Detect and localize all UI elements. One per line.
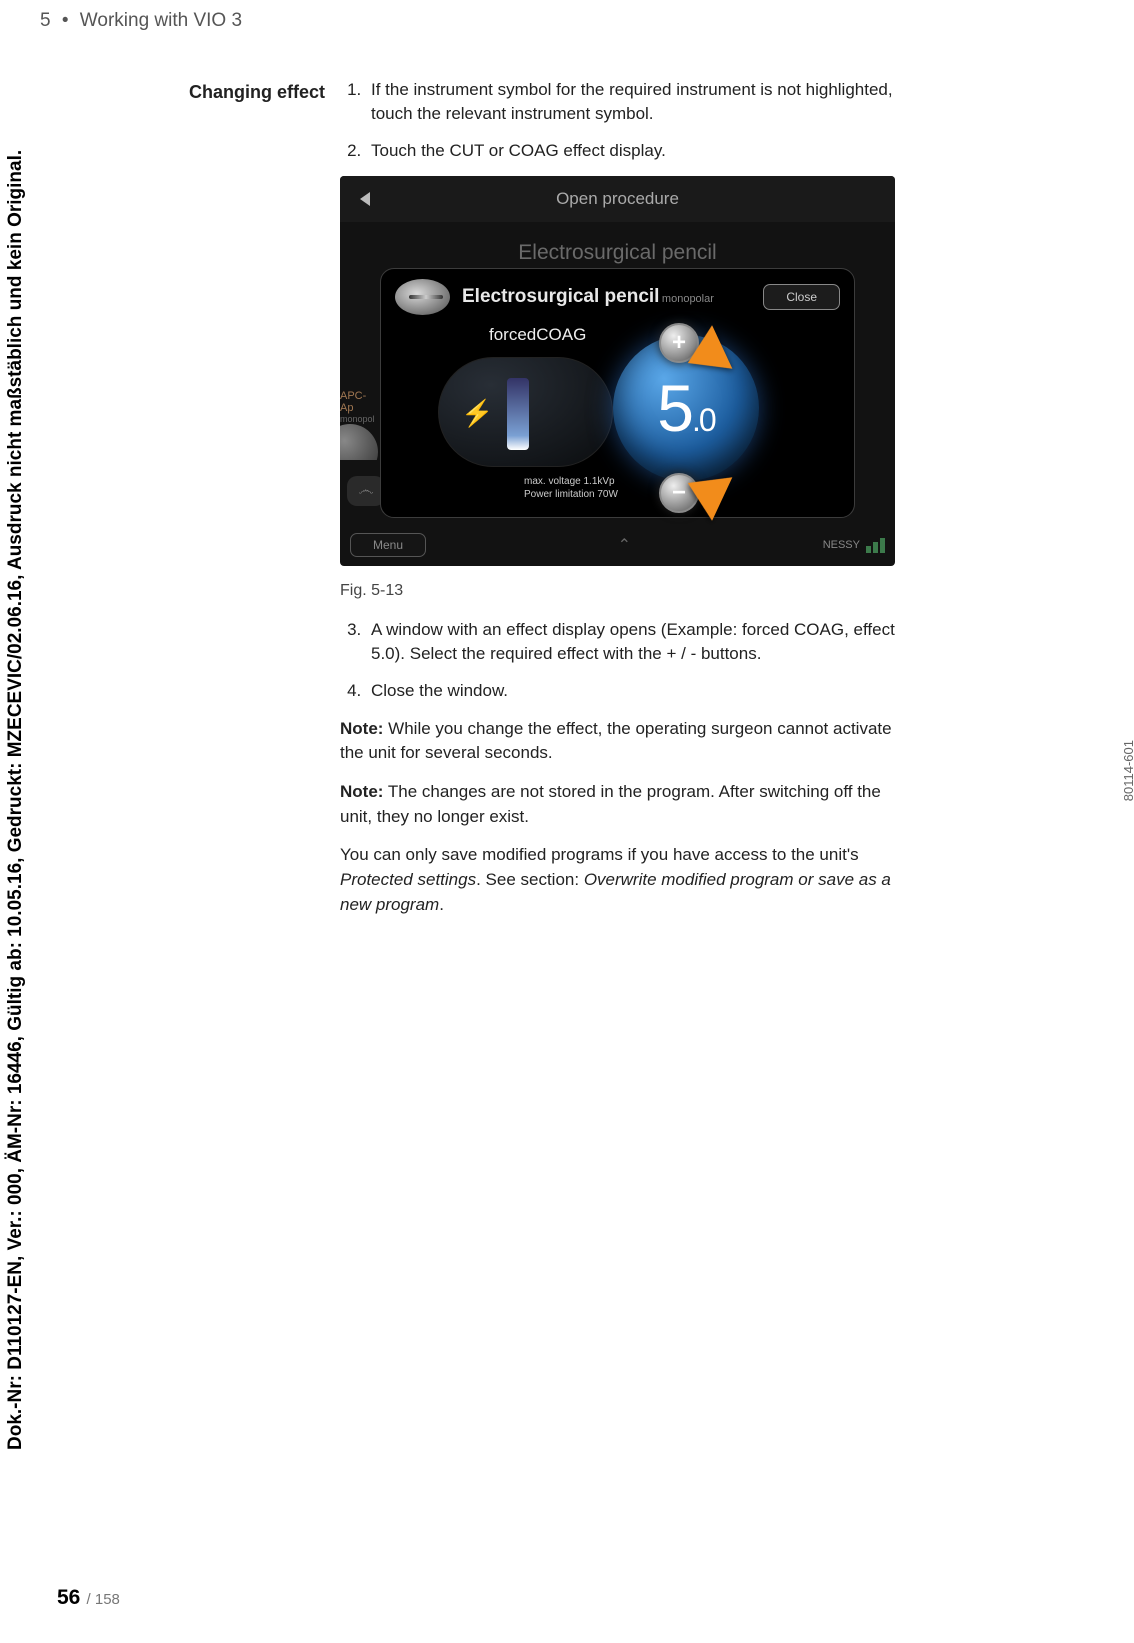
note-1: Note: While you change the effect, the o… xyxy=(340,717,895,766)
page-number: 56 xyxy=(57,1586,80,1609)
back-icon[interactable] xyxy=(360,192,370,206)
close-button[interactable]: Close xyxy=(763,284,840,310)
margin-heading: Changing effect xyxy=(175,82,325,103)
doc-code-line1: 80114-601 xyxy=(1121,740,1134,801)
instrument-label: Electrosurgical pencil xyxy=(462,286,659,307)
expand-up-icon[interactable]: ⌃ xyxy=(618,535,631,555)
tail-a: You can only save modified programs if y… xyxy=(340,845,859,864)
note-2: Note: The changes are not stored in the … xyxy=(340,780,895,829)
tail-b: . See section: xyxy=(476,870,584,889)
screen-topbar: Open procedure xyxy=(340,176,895,222)
figure-5-13: Open procedure Electrosurgical pencil AP… xyxy=(340,176,895,566)
steps-list-2: A window with an effect display opens (E… xyxy=(340,618,895,702)
apc-sublabel: monopol xyxy=(340,414,378,424)
page-total: / 158 xyxy=(82,1591,120,1608)
mode-label: forcedCOAG xyxy=(489,325,586,345)
screen-bottom-bar: Menu ⌃ NESSY xyxy=(350,530,885,560)
instrument-pencil-icon[interactable] xyxy=(395,279,450,315)
effect-dialog: Electrosurgical pencil monopolar Close f… xyxy=(380,268,855,518)
dialog-header: Electrosurgical pencil monopolar Close xyxy=(381,269,854,325)
note-2-label: Note: xyxy=(340,782,383,801)
tail-c: . xyxy=(439,895,444,914)
doc-code-vertical: 80114-601 03.16 xyxy=(1121,740,1134,801)
topbar-title[interactable]: Open procedure xyxy=(556,189,679,209)
cut-effect-pill[interactable]: ⚡ xyxy=(438,357,613,467)
apc-dial-icon xyxy=(340,424,378,460)
chapter-title: Working with VIO 3 xyxy=(80,10,242,31)
note-1-body: While you change the effect, the operati… xyxy=(340,719,892,763)
step-1: If the instrument symbol for the require… xyxy=(366,78,895,126)
background-instrument-title: Electrosurgical pencil xyxy=(340,241,895,265)
step-4: Close the window. xyxy=(366,679,895,703)
apc-label: APC-Ap xyxy=(340,390,378,414)
instrument-sublabel: monopolar xyxy=(662,293,714,305)
left-peek-panel: APC-Ap monopol xyxy=(340,390,378,460)
instrument-title-wrap: Electrosurgical pencil monopolar xyxy=(462,286,714,308)
header-bullet: • xyxy=(62,10,69,31)
max-voltage-text: max. voltage 1.1kVp xyxy=(524,475,618,488)
nessy-label: NESSY xyxy=(823,539,860,551)
figure-caption: Fig. 5-13 xyxy=(340,582,895,600)
steps-list-1: If the instrument symbol for the require… xyxy=(340,78,895,162)
nessy-indicator[interactable]: NESSY xyxy=(823,538,885,553)
note-1-label: Note: xyxy=(340,719,383,738)
effect-limits-text: max. voltage 1.1kVp Power limitation 70W xyxy=(524,475,618,501)
note-2-body: The changes are not stored in the progra… xyxy=(340,782,881,826)
blade-icon xyxy=(507,378,529,450)
step-3: A window with an effect display opens (E… xyxy=(366,618,895,666)
tail-paragraph: You can only save modified programs if y… xyxy=(340,843,895,917)
dialog-body: forcedCOAG ⚡ 5.0 + − max. voltage 1.1kVp xyxy=(381,325,854,515)
step-2: Touch the CUT or COAG effect display. xyxy=(366,139,895,163)
doc-stamp-vertical: Dok.-Nr: D110127-EN, Ver.: 000, ÄM-Nr: 1… xyxy=(5,150,27,1450)
page-header: 5 • Working with VIO 3 xyxy=(40,10,242,32)
effect-value: 5.0 xyxy=(657,370,714,446)
signal-bars-icon xyxy=(866,538,885,553)
menu-button[interactable]: Menu xyxy=(350,533,426,557)
body-column: If the instrument symbol for the require… xyxy=(340,78,895,931)
bolt-icon: ⚡ xyxy=(461,398,493,429)
chapter-number: 5 xyxy=(40,10,51,31)
power-limitation-text: Power limitation 70W xyxy=(524,488,618,501)
page-footer: 56 / 158 xyxy=(57,1586,120,1610)
tail-ital1: Protected settings xyxy=(340,870,476,889)
